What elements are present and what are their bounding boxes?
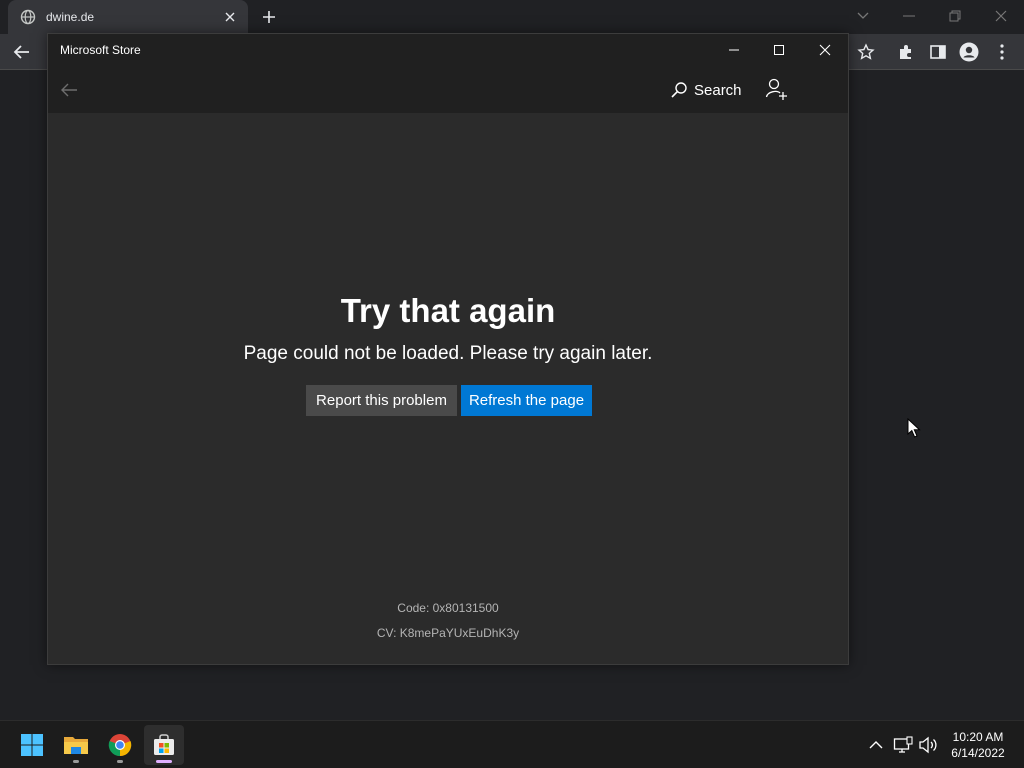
- taskbar: 10:20 AM 6/14/2022: [0, 720, 1024, 768]
- store-window: Microsoft Store Search Try that again Pa…: [47, 33, 849, 665]
- browser-back-icon[interactable]: [12, 42, 32, 62]
- network-icon[interactable]: [893, 735, 913, 755]
- windows-logo-icon: [20, 733, 44, 757]
- tab-close-icon[interactable]: [222, 9, 238, 25]
- profile-avatar-icon[interactable]: [959, 42, 979, 62]
- back-arrow-icon[interactable]: [58, 79, 80, 101]
- tab-search-icon[interactable]: [853, 6, 873, 26]
- taskbar-file-explorer[interactable]: [56, 725, 96, 765]
- store-titlebar[interactable]: Microsoft Store: [48, 34, 848, 67]
- folder-icon: [63, 734, 89, 756]
- extensions-icon[interactable]: [896, 42, 916, 62]
- running-indicator: [156, 760, 172, 763]
- start-button[interactable]: [12, 725, 52, 765]
- store-maximize-icon[interactable]: [769, 40, 789, 60]
- store-close-icon[interactable]: [815, 40, 835, 60]
- volume-icon[interactable]: [918, 735, 938, 755]
- browser-restore-icon[interactable]: [945, 6, 965, 26]
- search-label: Search: [694, 81, 742, 99]
- refresh-page-button[interactable]: Refresh the page: [461, 385, 592, 416]
- sign-in-user-icon[interactable]: [764, 77, 788, 101]
- search-button[interactable]: Search: [670, 79, 742, 101]
- store-nav-bar: Search: [48, 67, 848, 113]
- tab-title: dwine.de: [46, 10, 95, 24]
- browser-tab[interactable]: dwine.de: [8, 0, 248, 34]
- taskbar-microsoft-store[interactable]: [144, 725, 184, 765]
- search-icon: [670, 81, 688, 99]
- clock-date: 6/14/2022: [951, 746, 1005, 760]
- report-problem-button[interactable]: Report this problem: [306, 385, 457, 416]
- mouse-cursor-icon: [907, 418, 921, 438]
- chrome-logo-icon: [108, 733, 132, 757]
- chevron-up-icon[interactable]: [866, 735, 886, 755]
- browser-close-icon[interactable]: [991, 6, 1011, 26]
- bookmark-star-icon[interactable]: [856, 42, 876, 62]
- store-window-title: Microsoft Store: [60, 43, 141, 57]
- browser-minimize-icon[interactable]: [899, 6, 919, 26]
- side-panel-icon[interactable]: [928, 42, 948, 62]
- error-code: Code: 0x80131500: [397, 601, 499, 615]
- browser-menu-icon[interactable]: [992, 42, 1012, 62]
- store-bag-icon: [152, 733, 176, 757]
- taskbar-google-chrome[interactable]: [100, 725, 140, 765]
- correlation-vector: CV: K8mePaYUxEuDhK3y: [376, 626, 520, 640]
- globe-icon: [20, 9, 36, 25]
- taskbar-clock[interactable]: 10:20 AM 6/14/2022: [940, 729, 1016, 761]
- browser-tabstrip: dwine.de: [0, 0, 1024, 34]
- running-indicator: [117, 760, 123, 763]
- running-indicator: [73, 760, 79, 763]
- error-message: Page could not be loaded. Please try aga…: [243, 343, 653, 364]
- clock-time: 10:20 AM: [952, 730, 1004, 744]
- new-tab-icon[interactable]: [260, 8, 278, 26]
- store-minimize-icon[interactable]: [724, 40, 744, 60]
- error-title: Try that again: [340, 292, 556, 329]
